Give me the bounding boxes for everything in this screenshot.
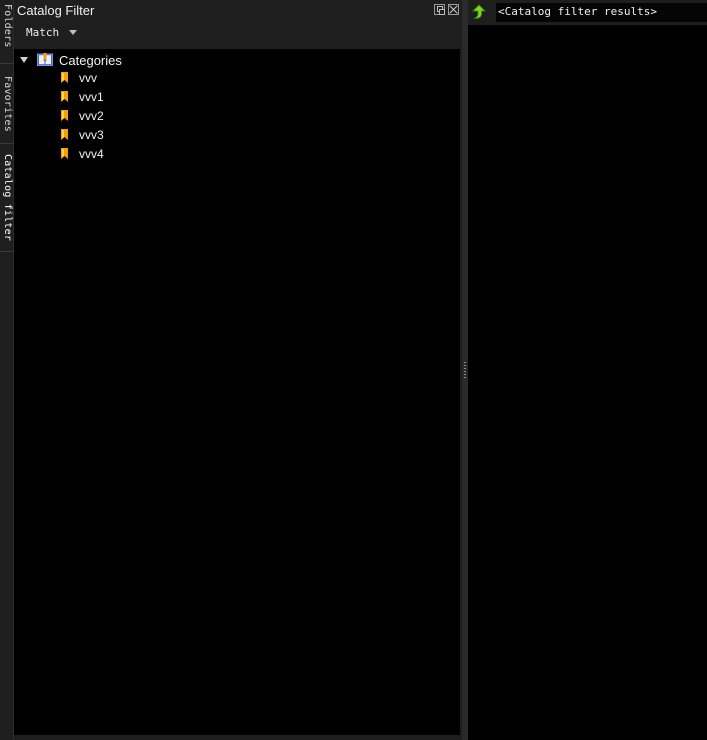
results-area[interactable] [468,25,707,740]
expand-triangle-icon[interactable] [20,57,28,63]
tree-root-categories[interactable]: Categories [14,49,460,69]
tree-item-label: vvv3 [79,128,104,142]
tab-favorites-label: Favorites [2,76,13,132]
tree-item-label: vvv [79,71,97,85]
tree-item[interactable]: vvv [14,69,460,88]
tab-catalog-filter[interactable]: Catalog filter [0,144,14,252]
tree-item-label: vvv1 [79,90,104,104]
tree-item-label: vvv2 [79,109,104,123]
tree-item[interactable]: vvv2 [14,107,460,126]
tab-favorites[interactable]: Favorites [0,64,14,144]
close-icon[interactable] [448,4,459,15]
tree-item[interactable]: vvv3 [14,126,460,145]
tree-item[interactable]: vvv1 [14,88,460,107]
bookmark-icon [61,72,68,83]
tab-folders[interactable]: Folders [0,0,14,64]
up-arrow-icon[interactable] [471,4,487,20]
tree-item[interactable]: vvv4 [14,145,460,164]
tab-folders-label: Folders [2,4,13,48]
float-icon[interactable] [434,4,445,15]
splitter-grip-icon[interactable] [464,362,466,379]
bookmark-icon [61,91,68,102]
chevron-down-icon[interactable] [69,30,77,35]
tree-root-label: Categories [59,53,122,68]
path-value: <Catalog filter results> [498,5,657,18]
category-tree: Categories vvv vvv1 vvv2 vvv3 vvv4 [14,49,460,735]
tab-catalog-filter-label: Catalog filter [2,154,13,242]
bookmark-icon [61,148,68,159]
results-panel: <Catalog filter results> [468,0,707,740]
panel-title: Catalog Filter [17,3,95,18]
tree-item-label: vvv4 [79,147,104,161]
bookmark-icon [61,129,68,140]
match-dropdown[interactable]: Match [26,26,59,39]
path-field[interactable]: <Catalog filter results> [496,3,707,22]
catalog-filter-panel: Catalog Filter Match Categories vvv vvv1… [14,0,462,740]
book-icon [37,53,53,66]
bookmark-icon [61,110,68,121]
side-tab-strip: Folders Favorites Catalog filter [0,0,14,740]
